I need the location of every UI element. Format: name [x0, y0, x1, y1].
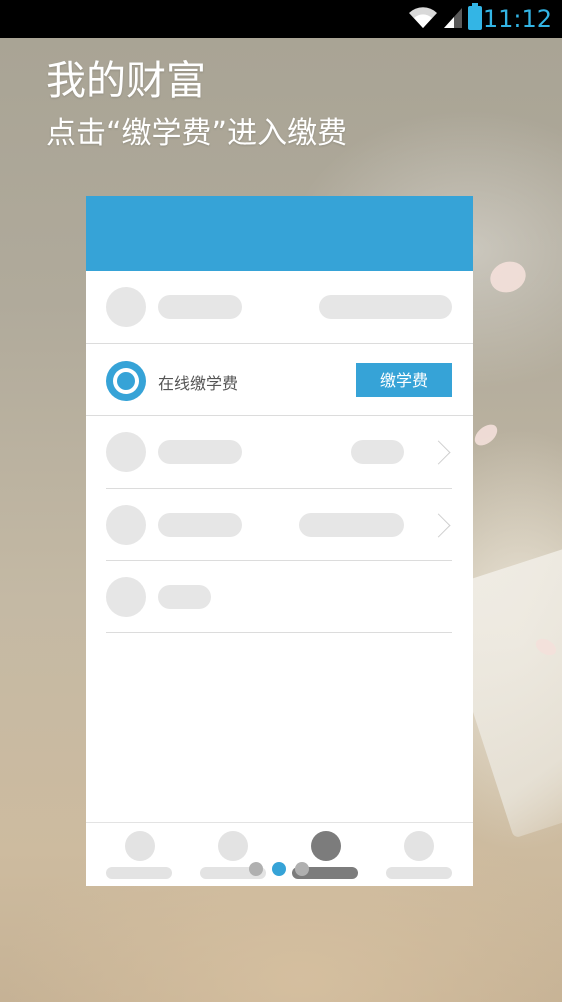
- ring-icon: [106, 361, 146, 401]
- guide-subtitle: 点击“缴学费”进入缴费: [46, 116, 348, 151]
- placeholder-avatar: [106, 287, 146, 327]
- guide-title: 我的财富: [46, 58, 206, 104]
- chevron-right-icon[interactable]: [426, 513, 451, 538]
- page-dot[interactable]: [272, 862, 286, 876]
- placeholder-text: [158, 295, 242, 319]
- placeholder-text: [158, 585, 211, 609]
- placeholder-text: [319, 295, 452, 319]
- placeholder-text: [158, 513, 242, 537]
- wifi-icon: [409, 7, 437, 29]
- pay-tuition-button[interactable]: 缴学费: [356, 363, 452, 397]
- divider: [106, 560, 452, 561]
- app-preview-card: 在线缴学费 缴学费: [86, 196, 473, 886]
- divider: [86, 415, 473, 416]
- chevron-right-icon[interactable]: [426, 440, 451, 465]
- tab-placeholder-icon[interactable]: [125, 831, 155, 861]
- divider: [86, 343, 473, 344]
- placeholder-avatar: [106, 577, 146, 617]
- page-dot[interactable]: [249, 862, 263, 876]
- placeholder-avatar: [106, 505, 146, 545]
- status-bar: 11:12: [0, 0, 562, 38]
- signal-icon: [444, 8, 462, 28]
- tab-placeholder-icon-active[interactable]: [311, 831, 341, 861]
- card-header: [86, 196, 473, 271]
- tab-placeholder-icon[interactable]: [404, 831, 434, 861]
- battery-icon: [468, 3, 482, 30]
- tuition-label: 在线缴学费: [158, 374, 239, 393]
- tab-bar-divider: [86, 822, 473, 823]
- tab-placeholder-label: [106, 867, 172, 879]
- placeholder-text: [158, 440, 242, 464]
- status-time: 11:12: [482, 5, 552, 33]
- status-icons: [408, 3, 482, 30]
- placeholder-text: [299, 513, 404, 537]
- divider: [106, 488, 452, 489]
- placeholder-avatar: [106, 432, 146, 472]
- tab-placeholder-icon[interactable]: [218, 831, 248, 861]
- divider: [106, 632, 452, 633]
- placeholder-text: [351, 440, 404, 464]
- page-dot[interactable]: [295, 862, 309, 876]
- tab-placeholder-label: [386, 867, 452, 879]
